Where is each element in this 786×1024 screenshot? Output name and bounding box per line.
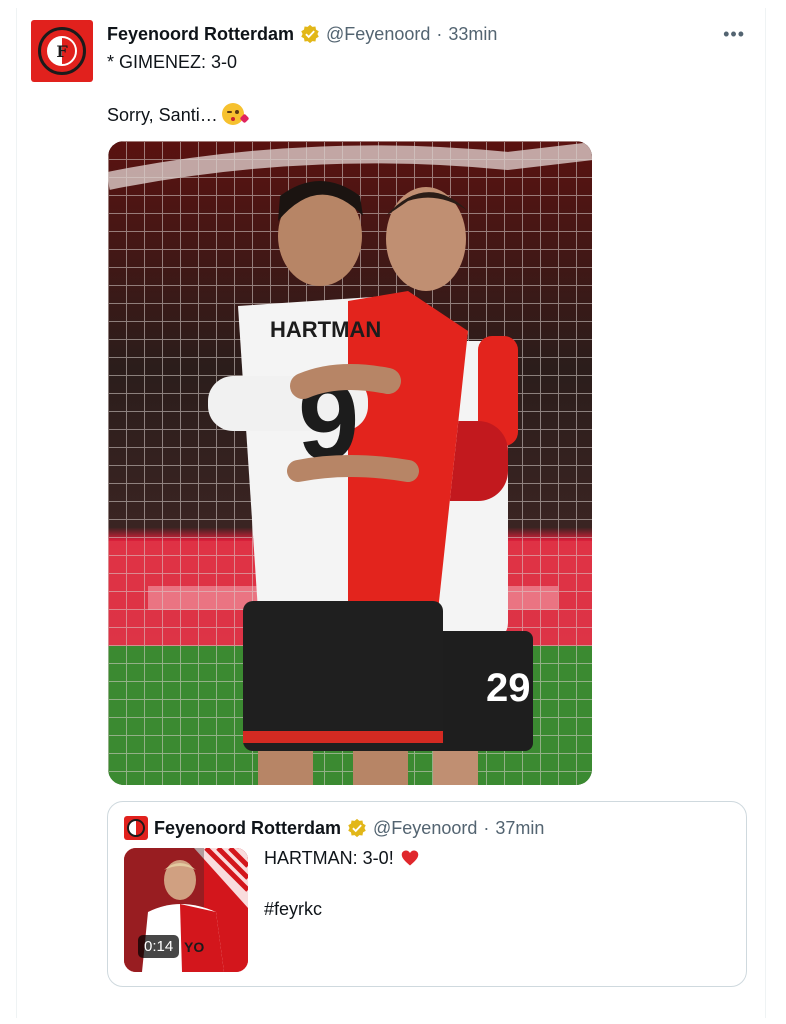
more-horizontal-icon[interactable]: •••: [723, 24, 745, 45]
quoted-header-separator: ·: [483, 817, 490, 838]
quoted-tweet-time: 37min: [495, 817, 545, 838]
quoted-text-line: HARTMAN: 3-0!: [264, 848, 419, 869]
kissing-face-emoji-icon: [221, 103, 250, 125]
feyenoord-crest-small-logo: [127, 819, 145, 837]
svg-text:YO: YO: [184, 939, 204, 955]
quoted-hashtag[interactable]: #feyrkc: [264, 899, 322, 920]
tweet-header: Feyenoord Rotterdam @Feyenoord · 33min: [107, 22, 497, 46]
feyenoord-crest-logo: F: [38, 27, 86, 75]
tweet-time[interactable]: 33min: [448, 24, 497, 45]
tweet-text-line-1: * GIMENEZ: 3-0: [107, 52, 238, 72]
tweet-photo[interactable]: 29 9 HARTMAN: [108, 141, 592, 785]
photo-number-right: 29: [486, 666, 531, 710]
author-avatar[interactable]: F: [31, 20, 93, 82]
tweet-text-line-2-text: Sorry, Santi…: [107, 105, 218, 125]
red-heart-icon: [401, 850, 418, 866]
quoted-verified-badge-icon: [348, 818, 366, 838]
verified-badge-icon: [301, 24, 319, 44]
tweet-text-line-2: Sorry, Santi…: [107, 103, 250, 126]
quoted-author-name: Feyenoord Rotterdam: [154, 817, 342, 838]
quoted-text: HARTMAN: 3-0!: [264, 848, 394, 868]
video-duration-badge: 0:14: [138, 935, 180, 958]
tweet-card[interactable]: F Feyenoord Rotterdam @Feyenoord · 33min…: [16, 8, 766, 1018]
quoted-author-avatar: [124, 816, 148, 840]
author-handle[interactable]: @Feyenoord: [326, 24, 430, 45]
quoted-video-thumbnail[interactable]: YO 0:14: [124, 848, 248, 972]
quoted-author-handle: @Feyenoord: [373, 817, 478, 838]
photo-jersey-name: HARTMAN: [270, 317, 381, 342]
quoted-tweet-header: Feyenoord Rotterdam @Feyenoord · 37min: [154, 816, 544, 840]
quoted-tweet[interactable]: Feyenoord Rotterdam @Feyenoord · 37min Y…: [107, 801, 747, 987]
header-separator: ·: [436, 23, 443, 44]
author-name[interactable]: Feyenoord Rotterdam: [107, 24, 294, 45]
